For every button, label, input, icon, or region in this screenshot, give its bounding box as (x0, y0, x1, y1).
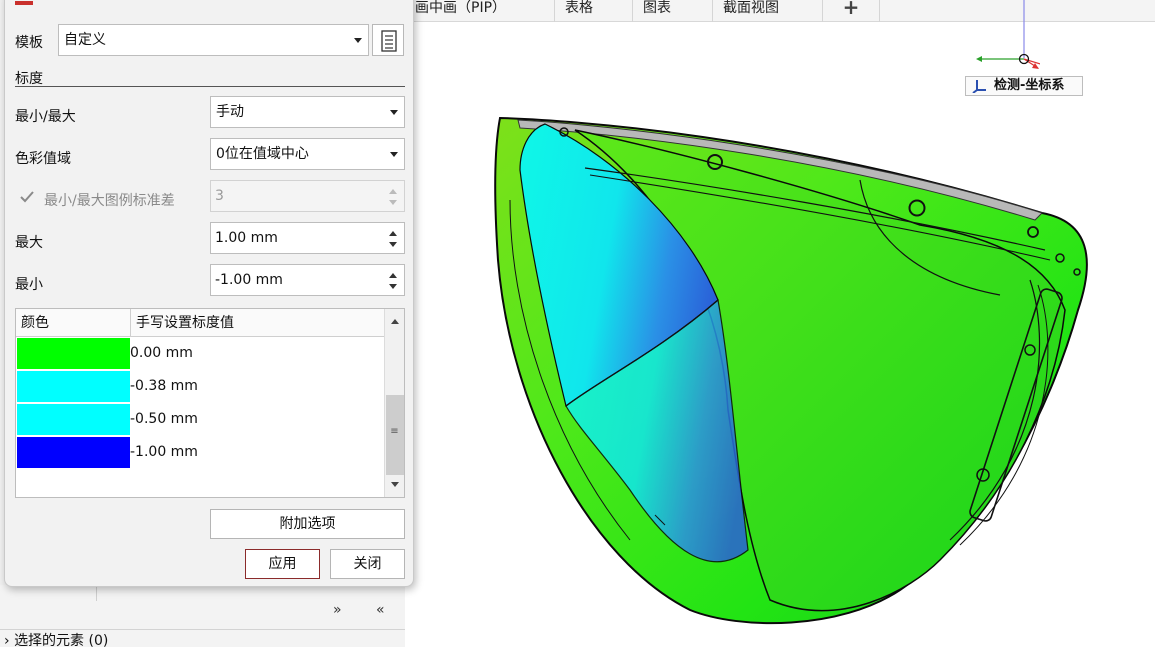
tab-pip[interactable]: 画中画（PIP） (405, 0, 555, 22)
color-range-select[interactable]: 0位在值域中心 (210, 138, 405, 170)
spin-up-icon (389, 189, 397, 194)
max-value: 1.00 mm (215, 230, 278, 246)
tab-chart[interactable]: 图表 (633, 0, 713, 22)
tree-arrow-icon: › (4, 633, 15, 647)
std-dev-checkbox[interactable] (19, 189, 35, 205)
3d-model[interactable] (490, 110, 1095, 635)
std-dev-spinbox[interactable]: 3 (210, 180, 405, 212)
spin-up-icon[interactable] (389, 273, 397, 278)
chevron-down-icon (354, 38, 362, 43)
spin-up-icon[interactable] (389, 231, 397, 236)
selected-elements-label: 选择的元素 (0) (14, 633, 109, 647)
std-dev-value: 3 (215, 188, 224, 204)
spin-down-icon (389, 200, 397, 205)
dialog-title-icon (15, 1, 33, 5)
minmax-select[interactable]: 手动 (210, 96, 405, 128)
coordinate-system-text: 检测-坐标系 (994, 78, 1065, 93)
minmax-select-value: 手动 (216, 104, 244, 120)
section-divider (15, 86, 405, 87)
scale-value[interactable]: -0.50 mm (130, 403, 198, 436)
table-row[interactable]: -0.50 mm (16, 403, 384, 436)
chevron-down-icon (390, 152, 398, 157)
scale-value[interactable]: -1.00 mm (130, 436, 198, 469)
scale-table: 颜色 手写设置标度值 0.00 mm -0.38 mm -0.50 mm -1.… (15, 308, 405, 498)
min-label: 最小 (15, 277, 43, 293)
apply-button[interactable]: 应用 (245, 549, 320, 579)
axis-triad-icon (976, 0, 1040, 69)
collapse-up-icon[interactable]: « (376, 602, 385, 618)
column-header-value[interactable]: 手写设置标度值 (131, 309, 384, 337)
min-value: -1.00 mm (215, 272, 283, 288)
tab-table[interactable]: 表格 (555, 0, 633, 22)
template-select-value: 自定义 (64, 32, 106, 48)
color-swatch[interactable] (17, 437, 130, 468)
expand-down-icon[interactable]: » (333, 602, 342, 618)
chevron-down-icon (390, 110, 398, 115)
template-select[interactable]: 自定义 (58, 24, 369, 56)
table-row[interactable]: -0.38 mm (16, 370, 384, 403)
scroll-down-icon[interactable] (391, 482, 399, 487)
scale-section-title: 标度 (15, 71, 43, 87)
template-label: 模板 (15, 35, 43, 51)
tab-section-view[interactable]: 截面视图 (713, 0, 823, 22)
add-tab-button[interactable]: + (823, 0, 880, 22)
scale-value[interactable]: -0.38 mm (130, 370, 198, 403)
max-label: 最大 (15, 235, 43, 251)
table-row[interactable]: 0.00 mm (16, 337, 384, 370)
color-swatch[interactable] (17, 371, 130, 402)
color-scale-dialog: 模板 自定义 标度 最小/最大 手动 色彩值域 0位在值域中心 最小/最大图例标… (4, 0, 414, 587)
extra-options-button[interactable]: 附加选项 (210, 509, 405, 539)
document-list-icon (381, 30, 397, 52)
background-tab-row (40, 586, 405, 601)
template-manage-button[interactable] (372, 24, 404, 56)
color-swatch[interactable] (17, 404, 130, 435)
table-header: 颜色 手写设置标度值 (16, 309, 384, 337)
color-range-label: 色彩值域 (15, 151, 71, 167)
coordinate-system-icon (972, 80, 986, 93)
scroll-up-icon[interactable] (391, 319, 399, 324)
color-swatch[interactable] (17, 338, 130, 369)
max-spinbox[interactable]: 1.00 mm (210, 222, 405, 254)
min-spinbox[interactable]: -1.00 mm (210, 264, 405, 296)
viewport-tab-bar: 画中画（PIP） 表格 图表 截面视图 + (405, 0, 1155, 22)
std-dev-label: 最小/最大图例标准差 (44, 193, 175, 209)
column-header-color[interactable]: 颜色 (16, 309, 131, 337)
selected-elements-row[interactable]: › 选择的元素 (0) (0, 629, 405, 647)
grip-icon: ≡ (390, 426, 399, 437)
close-button[interactable]: 关闭 (330, 549, 405, 579)
coordinate-system-label[interactable]: 检测-坐标系 (965, 76, 1083, 96)
spin-down-icon[interactable] (389, 284, 397, 289)
table-scrollbar[interactable]: ≡ (384, 309, 404, 497)
table-row[interactable]: -1.00 mm (16, 436, 384, 469)
scale-value[interactable]: 0.00 mm (130, 337, 193, 370)
spin-down-icon[interactable] (389, 242, 397, 247)
minmax-label: 最小/最大 (15, 109, 76, 125)
color-range-select-value: 0位在值域中心 (216, 146, 309, 162)
